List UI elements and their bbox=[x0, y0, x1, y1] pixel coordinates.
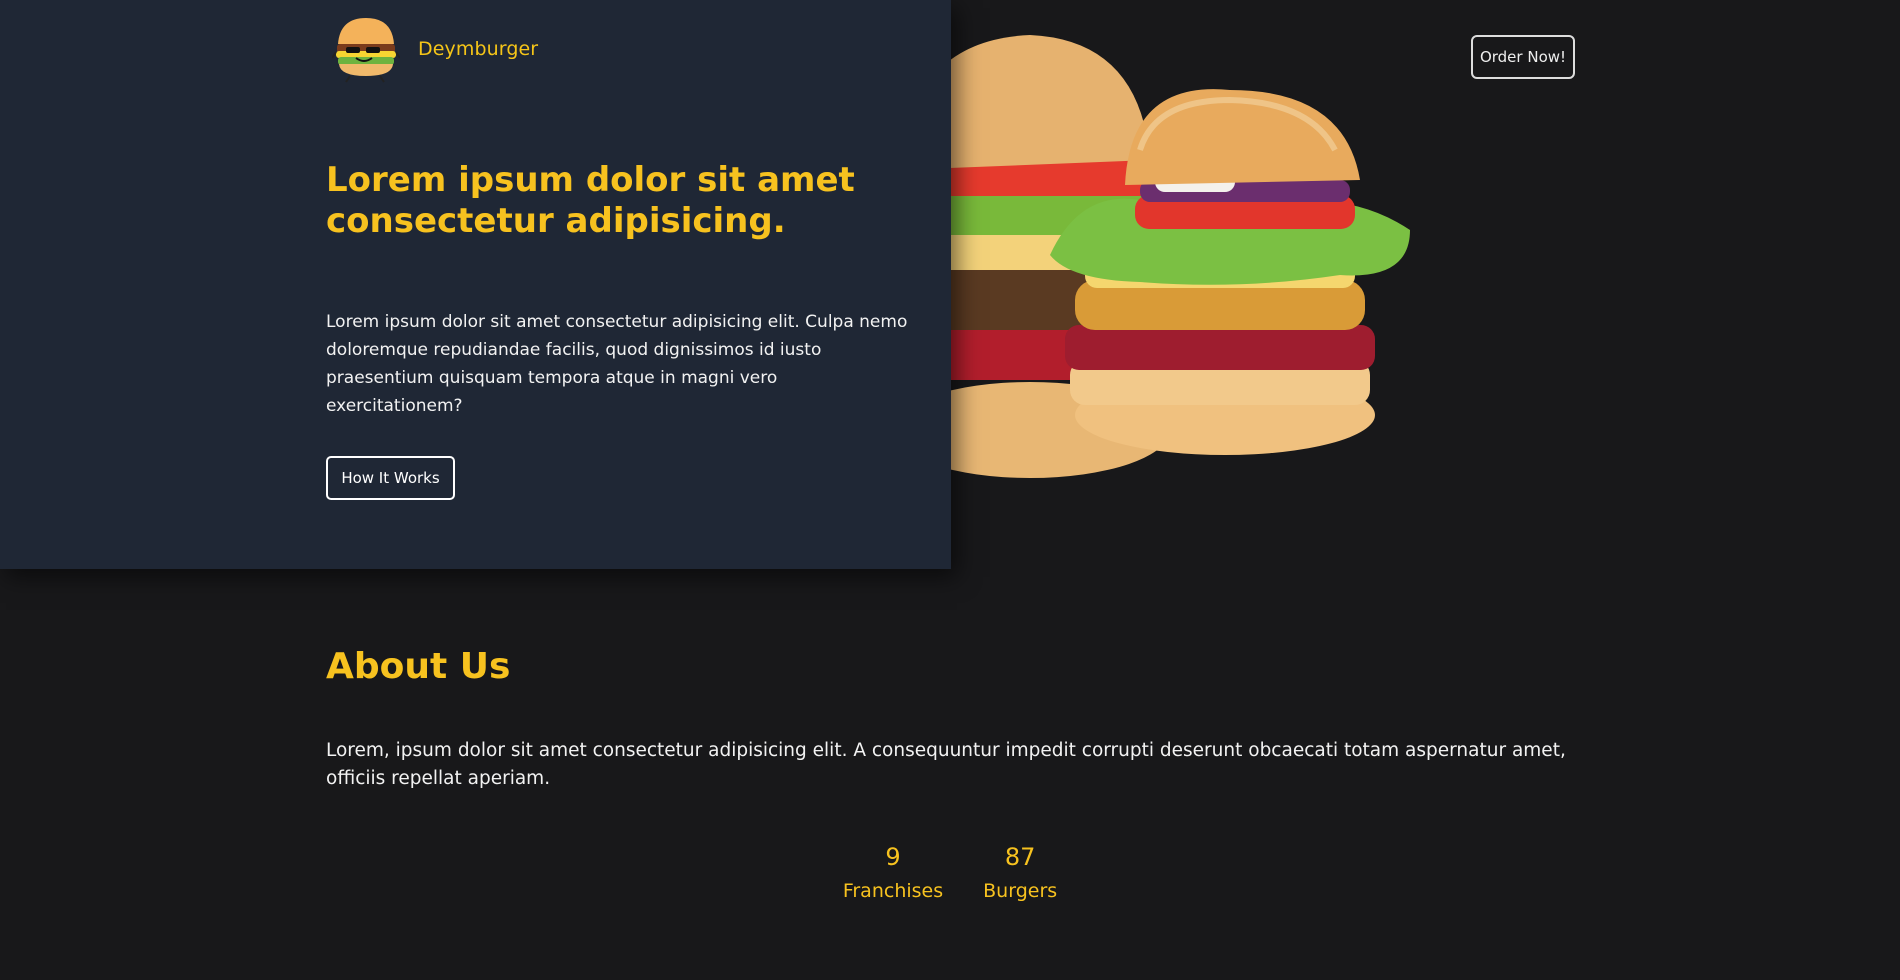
order-now-button[interactable]: Order Now! bbox=[1471, 35, 1575, 79]
burger-mascot-icon bbox=[332, 18, 400, 83]
hero-title: Lorem ipsum dolor sit amet consectetur a… bbox=[326, 160, 855, 241]
about-text: Lorem, ipsum dolor sit amet consectetur … bbox=[326, 740, 1566, 789]
brand[interactable]: Deymburger bbox=[332, 14, 538, 84]
about-title: About Us bbox=[326, 646, 511, 687]
stats: 9 Franchises 87 Burgers bbox=[830, 838, 1070, 906]
stat-franchises: 9 Franchises bbox=[843, 838, 943, 906]
burgers-image bbox=[940, 35, 1410, 478]
stat-label: Franchises bbox=[842, 880, 944, 902]
landing-page: Deymburger Lorem ipsum dolor sit amet co… bbox=[0, 0, 1900, 980]
hero-panel bbox=[0, 0, 951, 569]
hero-description: Lorem ipsum dolor sit amet consectetur a… bbox=[326, 312, 908, 416]
stat-burgers: 87 Burgers bbox=[983, 838, 1057, 906]
stat-value: 9 bbox=[885, 843, 901, 871]
brand-name: Deymburger bbox=[418, 38, 539, 60]
stat-value: 87 bbox=[1004, 843, 1036, 871]
stat-label: Burgers bbox=[983, 880, 1058, 902]
how-it-works-button[interactable]: How It Works bbox=[326, 456, 455, 500]
